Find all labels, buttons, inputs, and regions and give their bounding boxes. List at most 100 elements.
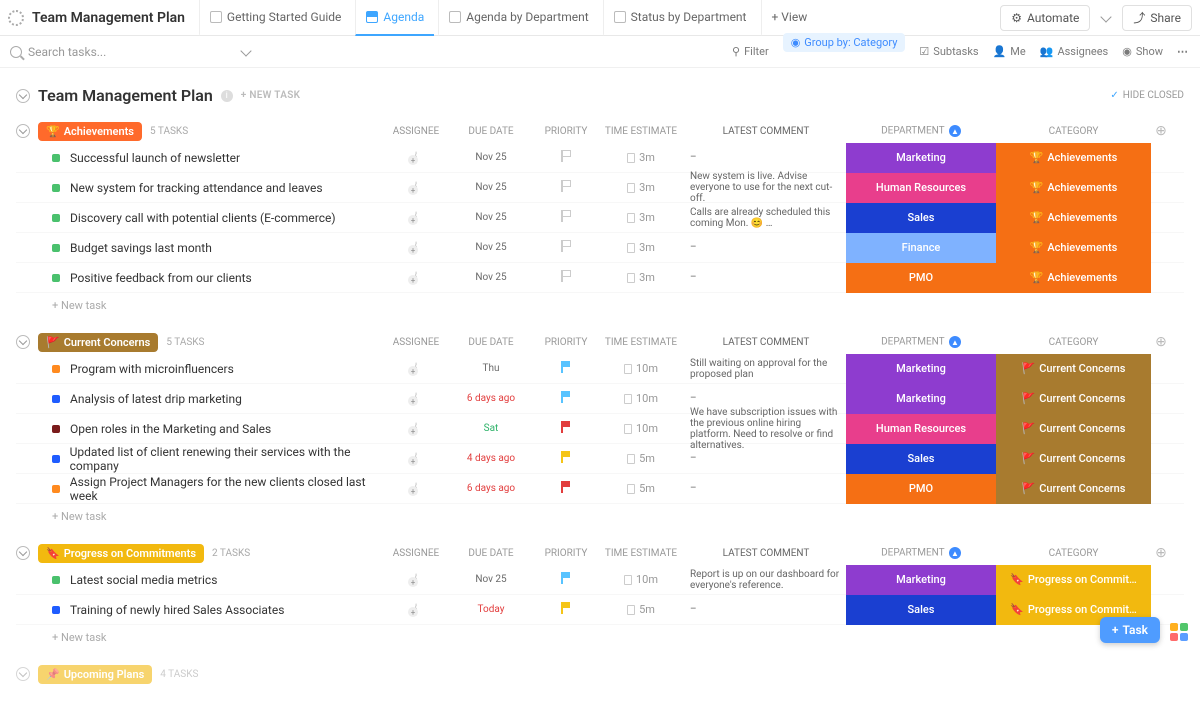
due-date[interactable]: Nov 25: [446, 152, 536, 163]
hide-closed-toggle[interactable]: ✓HIDE CLOSED: [1110, 90, 1184, 101]
category-pill[interactable]: 🚩 Current Concerns: [996, 444, 1151, 474]
assignees-button[interactable]: 👥 Assignees: [1040, 45, 1109, 58]
assignee-avatar[interactable]: [415, 392, 417, 405]
flag-icon[interactable]: [561, 240, 571, 252]
assignee-avatar[interactable]: [415, 603, 417, 616]
department-pill[interactable]: Marketing: [846, 384, 996, 414]
flag-icon[interactable]: [561, 602, 571, 614]
assignee-avatar[interactable]: [415, 151, 417, 164]
tab-status-by-department[interactable]: Status by Department: [603, 0, 757, 36]
add-column-button[interactable]: ⊕: [1151, 545, 1171, 561]
category-pill[interactable]: 🏆 Achievements: [996, 173, 1151, 203]
status-square-icon[interactable]: [52, 606, 60, 614]
department-pill[interactable]: Sales: [846, 203, 996, 233]
due-date[interactable]: Nov 25: [446, 212, 536, 223]
task-row[interactable]: Budget savings last month Nov 25 3m – Fi…: [16, 233, 1184, 263]
add-column-button[interactable]: ⊕: [1151, 334, 1171, 350]
time-estimate[interactable]: 5m: [596, 452, 686, 465]
time-estimate[interactable]: 5m: [596, 482, 686, 495]
task-row[interactable]: Discovery call with potential clients (E…: [16, 203, 1184, 233]
assignee-avatar[interactable]: [415, 211, 417, 224]
search-input[interactable]: Search tasks...: [10, 45, 732, 59]
task-row[interactable]: Open roles in the Marketing and Sales Sa…: [16, 414, 1184, 444]
chevron-down-icon[interactable]: [1101, 11, 1112, 22]
automate-button[interactable]: ⚙Automate: [1000, 5, 1090, 31]
time-estimate[interactable]: 10m: [596, 392, 686, 405]
group-pill[interactable]: 🚩Current Concerns: [38, 333, 158, 352]
task-row[interactable]: Successful launch of newsletter Nov 25 3…: [16, 143, 1184, 173]
flag-icon[interactable]: [561, 210, 571, 222]
flag-icon[interactable]: [561, 481, 571, 493]
new-task-row[interactable]: + New task: [16, 504, 1184, 523]
flag-icon[interactable]: [561, 451, 571, 463]
department-pill[interactable]: Sales: [846, 444, 996, 474]
sort-icon[interactable]: ▲: [949, 547, 961, 559]
department-pill[interactable]: Marketing: [846, 565, 996, 595]
department-pill[interactable]: Human Resources: [846, 173, 996, 203]
department-pill[interactable]: Marketing: [846, 143, 996, 173]
department-pill[interactable]: PMO: [846, 263, 996, 293]
collapse-icon[interactable]: [16, 667, 30, 681]
department-pill[interactable]: Marketing: [846, 354, 996, 384]
department-pill[interactable]: Sales: [846, 595, 996, 625]
collapse-icon[interactable]: [16, 546, 30, 560]
time-estimate[interactable]: 3m: [596, 151, 686, 164]
category-pill[interactable]: 🚩 Current Concerns: [996, 414, 1151, 444]
time-estimate[interactable]: 10m: [596, 422, 686, 435]
due-date[interactable]: Today: [446, 604, 536, 615]
due-date[interactable]: 6 days ago: [446, 393, 536, 404]
due-date[interactable]: Sat: [446, 423, 536, 434]
due-date[interactable]: Nov 25: [446, 182, 536, 193]
due-date[interactable]: Thu: [446, 363, 536, 374]
assignee-avatar[interactable]: [415, 482, 417, 495]
status-square-icon[interactable]: [52, 154, 60, 162]
add-view-button[interactable]: + View: [761, 0, 818, 36]
flag-icon[interactable]: [561, 150, 571, 162]
task-row[interactable]: Positive feedback from our clients Nov 2…: [16, 263, 1184, 293]
time-estimate[interactable]: 3m: [596, 271, 686, 284]
department-pill[interactable]: Finance: [846, 233, 996, 263]
more-button[interactable]: ⋯: [1177, 45, 1190, 58]
time-estimate[interactable]: 3m: [596, 241, 686, 254]
subtasks-button[interactable]: ☑ Subtasks: [919, 45, 978, 58]
flag-icon[interactable]: [561, 572, 571, 584]
flag-icon[interactable]: [561, 270, 571, 282]
flag-icon[interactable]: [561, 361, 571, 373]
new-task-row[interactable]: + New task: [16, 293, 1184, 312]
due-date[interactable]: 4 days ago: [446, 453, 536, 464]
task-row[interactable]: Analysis of latest drip marketing 6 days…: [16, 384, 1184, 414]
tab-getting-started[interactable]: Getting Started Guide: [199, 0, 351, 36]
task-row[interactable]: Assign Project Managers for the new clie…: [16, 474, 1184, 504]
time-estimate[interactable]: 3m: [596, 211, 686, 224]
assignee-avatar[interactable]: [415, 452, 417, 465]
status-square-icon[interactable]: [52, 214, 60, 222]
new-task-row[interactable]: + New task: [16, 625, 1184, 644]
department-pill[interactable]: PMO: [846, 474, 996, 504]
assignee-avatar[interactable]: [415, 422, 417, 435]
status-square-icon[interactable]: [52, 425, 60, 433]
flag-icon[interactable]: [561, 180, 571, 192]
time-estimate[interactable]: 5m: [596, 603, 686, 616]
status-square-icon[interactable]: [52, 455, 60, 463]
time-estimate[interactable]: 10m: [596, 573, 686, 586]
me-button[interactable]: 👤 Me: [993, 45, 1026, 58]
category-pill[interactable]: 🏆 Achievements: [996, 203, 1151, 233]
group-pill[interactable]: 📌Upcoming Plans: [38, 665, 152, 684]
category-pill[interactable]: 🏆 Achievements: [996, 233, 1151, 263]
flag-icon[interactable]: [561, 421, 571, 433]
assignee-avatar[interactable]: [415, 241, 417, 254]
tab-agenda-by-department[interactable]: Agenda by Department: [438, 0, 598, 36]
time-estimate[interactable]: 3m: [596, 181, 686, 194]
group-pill[interactable]: 🏆Achievements: [38, 122, 142, 141]
category-pill[interactable]: 🚩 Current Concerns: [996, 354, 1151, 384]
task-row[interactable]: Program with microinfluencers Thu 10m St…: [16, 354, 1184, 384]
status-square-icon[interactable]: [52, 365, 60, 373]
time-estimate[interactable]: 10m: [596, 362, 686, 375]
category-pill[interactable]: 🏆 Achievements: [996, 143, 1151, 173]
collapse-all-icon[interactable]: [16, 89, 30, 103]
task-row[interactable]: Latest social media metrics Nov 25 10m R…: [16, 565, 1184, 595]
category-pill[interactable]: 🚩 Current Concerns: [996, 384, 1151, 414]
due-date[interactable]: Nov 25: [446, 272, 536, 283]
assignee-avatar[interactable]: [415, 573, 417, 586]
status-square-icon[interactable]: [52, 576, 60, 584]
